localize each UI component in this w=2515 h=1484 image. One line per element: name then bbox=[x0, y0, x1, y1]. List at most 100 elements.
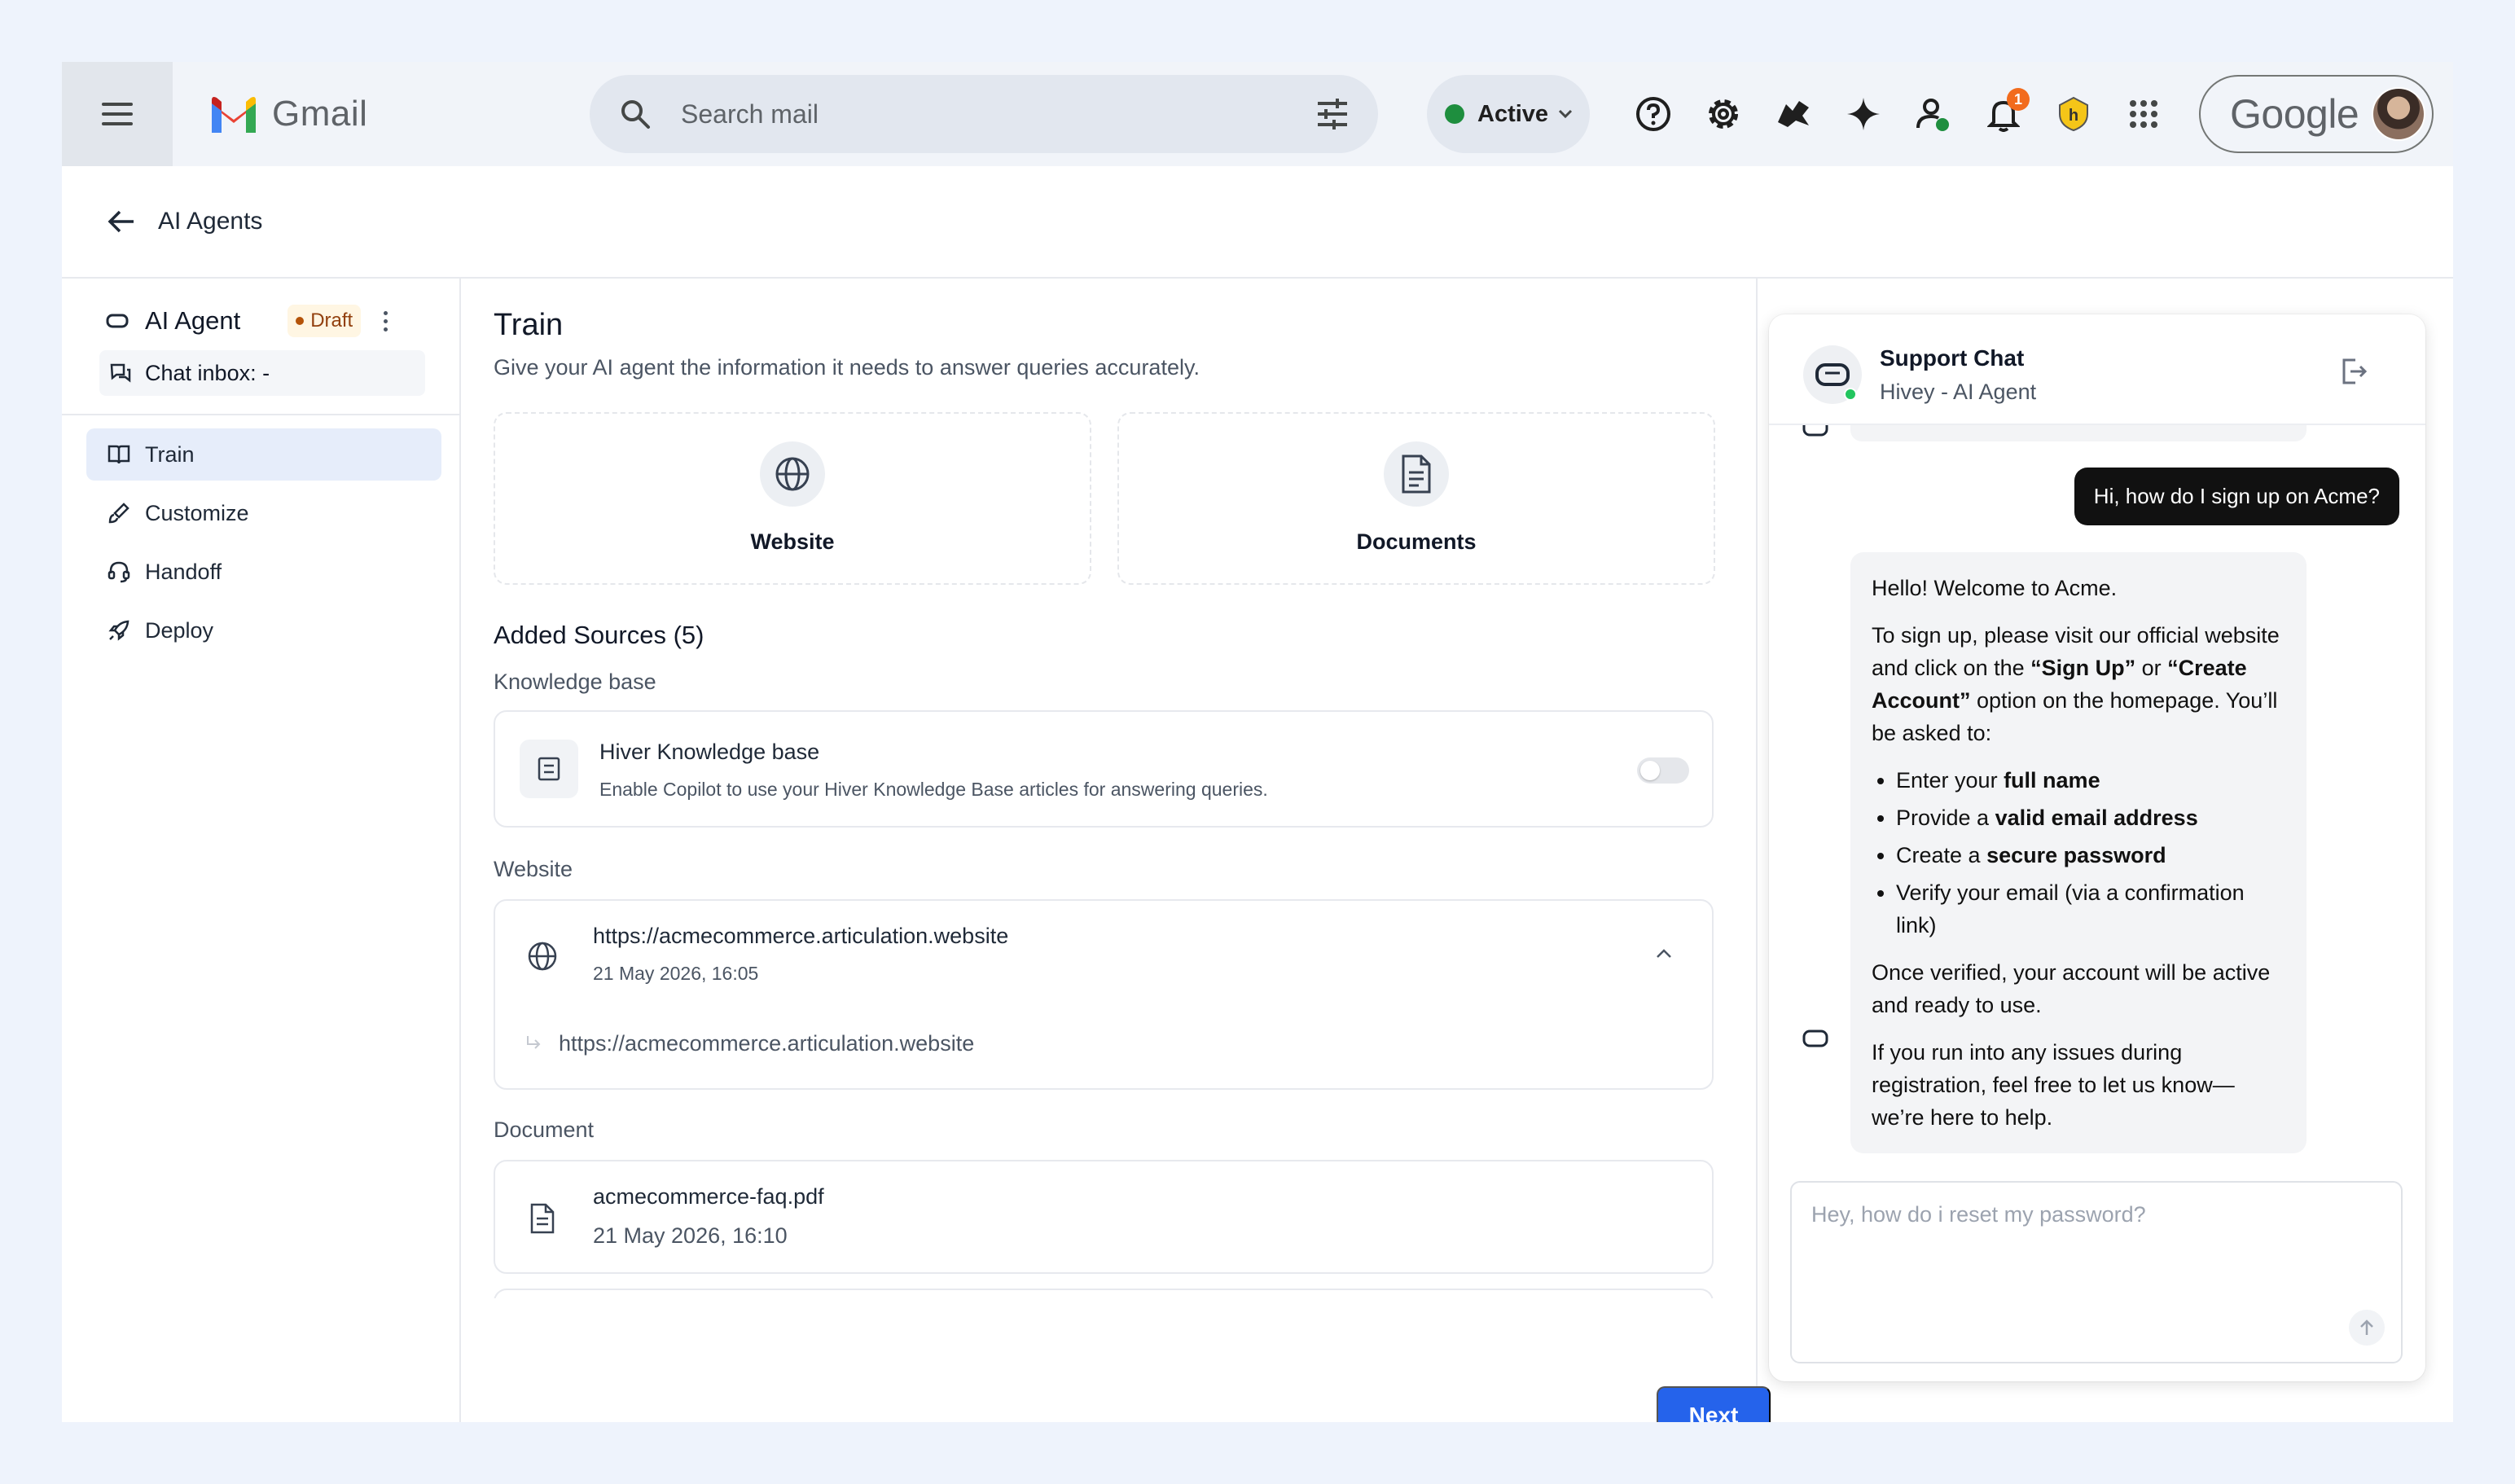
shield-icon: h bbox=[2059, 96, 2088, 132]
website-card: https://acmecommerce.articulation.websit… bbox=[494, 899, 1714, 1090]
chat-subtitle: Hivey - AI Agent bbox=[1880, 380, 2037, 404]
nav-label: Handoff bbox=[145, 559, 222, 584]
text: or bbox=[2135, 656, 2168, 680]
back-arrow-icon[interactable] bbox=[108, 209, 135, 234]
section-subtitle: Give your AI agent the information it ne… bbox=[494, 355, 1200, 380]
brush-icon bbox=[108, 503, 129, 524]
kb-description: Enable Copilot to use your Hiver Knowled… bbox=[599, 779, 1268, 800]
apps-grid-icon bbox=[2130, 100, 2157, 128]
scroll-mask bbox=[494, 1298, 1715, 1347]
bot-icon bbox=[1802, 425, 1828, 437]
added-sources-heading: Added Sources (5) bbox=[494, 621, 704, 649]
kb-icon-wrap bbox=[520, 740, 578, 798]
status-dot bbox=[296, 317, 305, 325]
status-dot bbox=[1445, 104, 1464, 124]
next-button[interactable]: Next bbox=[1657, 1386, 1771, 1422]
sub-link-arrow-icon bbox=[527, 1036, 541, 1049]
add-website-label: Website bbox=[750, 529, 835, 554]
nav-label: Deploy bbox=[145, 617, 214, 643]
bot-list: Enter your full name Provide a valid ema… bbox=[1896, 764, 2285, 942]
hamburger-icon bbox=[102, 103, 133, 125]
chat-inbox-label: Chat inbox: - bbox=[145, 360, 270, 385]
apps-button[interactable] bbox=[2116, 86, 2171, 142]
settings-button[interactable] bbox=[1696, 86, 1751, 142]
text: Provide a bbox=[1896, 806, 1995, 830]
chevron-up-icon[interactable] bbox=[1655, 948, 1673, 959]
bold-text: secure password bbox=[1986, 843, 2166, 867]
nav-label: Customize bbox=[145, 500, 249, 525]
nav-handoff[interactable]: Handoff bbox=[86, 546, 441, 598]
exit-icon[interactable] bbox=[2339, 357, 2368, 386]
gmail-header: Gmail Search mail Active 1 h Google bbox=[62, 62, 2453, 166]
gmail-logo[interactable]: Gmail bbox=[208, 94, 367, 134]
hiver-button[interactable] bbox=[1766, 86, 1821, 142]
nav-deploy[interactable]: Deploy bbox=[86, 604, 441, 656]
agent-header: AI Agent Draft bbox=[86, 298, 443, 344]
text: Enter your bbox=[1896, 768, 2004, 792]
search-options-icon[interactable] bbox=[1316, 99, 1349, 130]
extension-button[interactable]: h bbox=[2046, 86, 2101, 142]
bot-paragraph: Once verified, your account will be acti… bbox=[1872, 960, 2271, 1017]
document-icon bbox=[1402, 454, 1431, 494]
bold-text: “Sign Up” bbox=[2030, 656, 2136, 680]
knowledge-base-icon bbox=[538, 757, 560, 781]
train-panel: Train Give your AI agent the information… bbox=[461, 279, 1771, 1422]
list-item: Provide a valid email address bbox=[1896, 801, 2285, 834]
divider bbox=[62, 414, 459, 415]
document-name[interactable]: acmecommerce-faq.pdf bbox=[593, 1184, 824, 1210]
document-section-label: Document bbox=[494, 1117, 595, 1142]
kb-title: Hiver Knowledge base bbox=[599, 740, 820, 764]
chevron-down-icon bbox=[1558, 109, 1573, 119]
bot-paragraph: To sign up, please visit our official we… bbox=[1872, 619, 2285, 749]
send-button[interactable] bbox=[2349, 1310, 2385, 1346]
user-message: Hi, how do I sign up on Acme? bbox=[2074, 468, 2399, 525]
gemini-button[interactable] bbox=[1836, 86, 1891, 142]
help-button[interactable] bbox=[1626, 86, 1681, 142]
book-icon bbox=[108, 445, 130, 464]
nav-train[interactable]: Train bbox=[86, 428, 441, 481]
list-item: Enter your full name bbox=[1896, 764, 2285, 797]
chat-messages: Hi, how do I sign up on Acme? Hello! Wel… bbox=[1769, 425, 2425, 1158]
notification-badge: 1 bbox=[2007, 88, 2030, 111]
bot-avatar bbox=[1803, 345, 1862, 404]
gmail-wordmark: Gmail bbox=[272, 94, 368, 134]
website-url[interactable]: https://acmecommerce.articulation.websit… bbox=[593, 924, 1008, 949]
main-menu-button[interactable] bbox=[62, 62, 173, 166]
search-icon bbox=[621, 100, 650, 129]
sparkle-icon bbox=[1847, 98, 1880, 130]
chat-bubbles-icon bbox=[110, 363, 131, 383]
list-item: Verify your email (via a confirmation li… bbox=[1896, 876, 2285, 942]
add-website-card[interactable]: Website bbox=[494, 412, 1091, 585]
chat-preview: Support Chat Hivey - AI Agent Hi, how do… bbox=[1769, 314, 2425, 1381]
rocket-icon bbox=[108, 620, 129, 641]
bot-icon bbox=[106, 314, 129, 328]
more-options-icon[interactable] bbox=[384, 310, 388, 331]
status-selector[interactable]: Active bbox=[1427, 75, 1590, 153]
website-child-url[interactable]: https://acmecommerce.articulation.websit… bbox=[559, 1031, 974, 1056]
add-documents-card[interactable]: Documents bbox=[1117, 412, 1715, 585]
kb-toggle[interactable] bbox=[1637, 757, 1689, 784]
knowledge-base-card: Hiver Knowledge base Enable Copilot to u… bbox=[494, 710, 1714, 828]
chat-composer[interactable]: Hey, how do i reset my password? bbox=[1790, 1181, 2403, 1363]
contacts-button[interactable] bbox=[1906, 86, 1961, 142]
agent-name: AI Agent bbox=[145, 306, 241, 335]
globe-icon-wrap bbox=[760, 441, 825, 507]
page-header: AI Agents bbox=[62, 166, 2453, 279]
section-title: Train bbox=[494, 308, 564, 342]
notifications-button[interactable]: 1 bbox=[1976, 86, 2031, 142]
google-account-button[interactable]: Google bbox=[2199, 75, 2434, 153]
arrow-up-icon bbox=[2360, 1319, 2373, 1335]
headset-icon bbox=[108, 561, 130, 583]
search-input[interactable]: Search mail bbox=[681, 99, 1316, 130]
user-status-icon bbox=[1916, 99, 1949, 131]
agent-sidebar: AI Agent Draft Chat inbox: - Train Custo… bbox=[62, 279, 461, 1422]
nav-customize[interactable]: Customize bbox=[86, 487, 441, 539]
knowledge-base-label: Knowledge base bbox=[494, 670, 656, 694]
gear-icon bbox=[1709, 99, 1738, 129]
chat-input[interactable]: Hey, how do i reset my password? bbox=[1811, 1202, 2146, 1227]
chat-title: Support Chat bbox=[1880, 345, 2025, 371]
chat-inbox-row[interactable]: Chat inbox: - bbox=[99, 350, 425, 396]
page-title: AI Agents bbox=[158, 208, 263, 235]
status-badge-label: Draft bbox=[310, 310, 353, 331]
search-bar[interactable]: Search mail bbox=[590, 75, 1378, 153]
